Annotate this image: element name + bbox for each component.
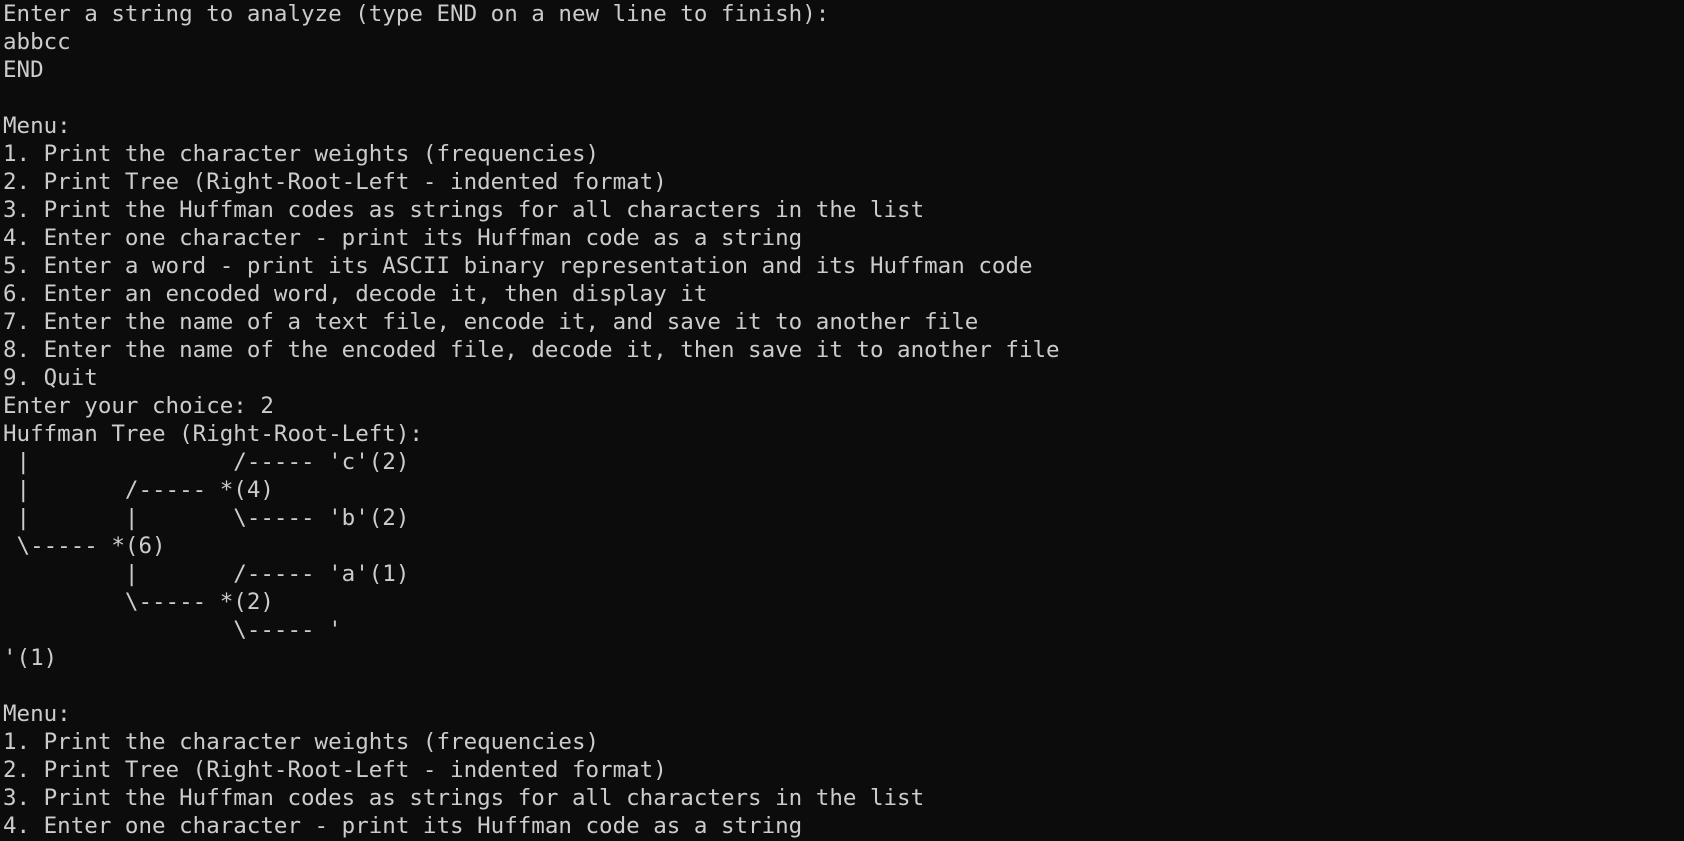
menu-option-8: 8. Enter the name of the encoded file, d…	[3, 337, 1060, 363]
menu-heading: Menu:	[3, 113, 71, 139]
tree-line: \----- *(6)	[3, 533, 166, 559]
menu-option-1: 1. Print the character weights (frequenc…	[3, 141, 600, 167]
menu-option-2: 2. Print Tree (Right-Root-Left - indente…	[3, 169, 667, 195]
user-input-end: END	[3, 57, 44, 83]
menu-option-2: 2. Print Tree (Right-Root-Left - indente…	[3, 757, 667, 783]
tree-line: | | \----- 'b'(2)	[3, 505, 410, 531]
tree-line: '(1)	[3, 645, 58, 671]
menu-option-4: 4. Enter one character - print its Huffm…	[3, 813, 803, 839]
terminal-window[interactable]: Enter a string to analyze (type END on a…	[0, 0, 1684, 841]
choice-prompt: Enter your choice: 2	[3, 393, 274, 419]
menu-option-3: 3. Print the Huffman codes as strings fo…	[3, 785, 925, 811]
tree-heading: Huffman Tree (Right-Root-Left):	[3, 421, 423, 447]
user-input-string: abbcc	[3, 29, 71, 55]
tree-line: | /----- 'c'(2)	[3, 449, 410, 475]
tree-line: \----- *(2)	[3, 589, 274, 615]
menu-option-3: 3. Print the Huffman codes as strings fo…	[3, 197, 925, 223]
menu-option-1: 1. Print the character weights (frequenc…	[3, 729, 600, 755]
menu-heading: Menu:	[3, 701, 71, 727]
menu-option-4: 4. Enter one character - print its Huffm…	[3, 225, 803, 251]
menu-option-6: 6. Enter an encoded word, decode it, the…	[3, 281, 708, 307]
tree-line: \----- '	[3, 617, 342, 643]
prompt-enter-string: Enter a string to analyze (type END on a…	[3, 1, 830, 27]
menu-option-7: 7. Enter the name of a text file, encode…	[3, 309, 979, 335]
menu-option-5: 5. Enter a word - print its ASCII binary…	[3, 253, 1033, 279]
menu-option-9: 9. Quit	[3, 365, 98, 391]
tree-line: | /----- 'a'(1)	[3, 561, 410, 587]
tree-line: | /----- *(4)	[3, 477, 274, 503]
